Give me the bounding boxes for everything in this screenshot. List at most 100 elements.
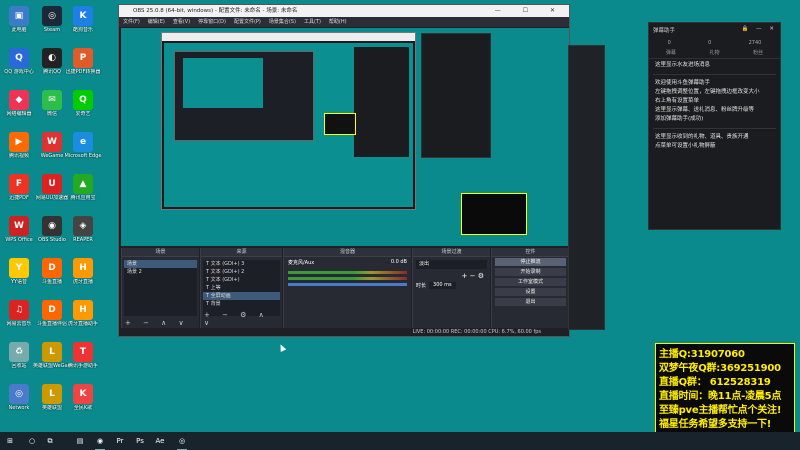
scene-item[interactable]: 场景 2	[124, 268, 197, 276]
desktop-icon-glyph: ▲	[73, 174, 93, 194]
scenes-header: 场景	[122, 248, 199, 257]
menu-item[interactable]: 文件(F)	[123, 19, 140, 25]
desktop-icon-label: 爱奇艺	[75, 111, 91, 117]
control-button[interactable]: 开始录制	[495, 268, 566, 276]
desktop-icon-glyph: ◎	[9, 384, 29, 404]
desktop-icon[interactable]: ◈ REAPER	[64, 214, 102, 254]
obs-window[interactable]: OBS 25.0.8 (64-bit, windows) - 配置文件: 未命名…	[118, 4, 570, 337]
source-list[interactable]: T 文本 (GDI+) 3T 文本 (GDI+) 2T 文本 (GDI+) T 上…	[203, 260, 280, 316]
helper-window-controls[interactable]: 🔒 — ✕	[742, 26, 777, 32]
overlay-line: 至臻pve主播帮忙点个关注!	[659, 405, 782, 416]
obs-menu-bar[interactable]: 文件(F) 编辑(E) 查看(V) 停靠窗口(D) 配置文件(P) 场景集合(S) 工具(T…	[119, 17, 569, 27]
duration-label: 时长	[416, 283, 427, 289]
scene-item[interactable]: 场景	[124, 260, 197, 268]
scenes-dock: 场景 场景 场景 2 + − ∧ ∨	[121, 248, 199, 328]
desktop-icon[interactable]: H 虎牙直播	[64, 256, 102, 296]
desktop-icon-glyph: ◉	[42, 216, 62, 236]
helper-tab[interactable]: 弹幕	[666, 49, 676, 58]
taskbar-icon[interactable]: ◉	[94, 435, 106, 450]
source-item[interactable]: T 全屏动画	[203, 292, 280, 300]
desktop-icon-glyph: D	[42, 300, 62, 320]
helper-title: 弹幕助手	[653, 28, 676, 34]
mixer-track-name: 麦克风/Aux	[288, 260, 315, 266]
control-button[interactable]: 设置	[495, 288, 566, 296]
helper-tab[interactable]: 礼物	[709, 49, 719, 58]
transition-add-remove[interactable]: + − ⚙	[413, 272, 490, 280]
mouse-cursor	[277, 343, 287, 352]
obs-preview[interactable]	[121, 28, 569, 246]
obs-title-bar: OBS 25.0.8 (64-bit, windows) - 配置文件: 未命名…	[119, 5, 569, 17]
nested-overlay	[324, 113, 356, 135]
mixer-meter-2	[288, 277, 407, 280]
menu-item[interactable]: 场景集合(S)	[269, 19, 296, 25]
desktop-icon[interactable]: ▲ 腾讯应用宝	[64, 172, 102, 212]
overlay-line: 福星任务希望多支持一下!	[659, 419, 772, 430]
helper-welcome-message: 欢迎使用斗鱼弹幕助手 左键拖拽调整位置，左键拖拽边框改变大小 右上角有设置菜单 …	[655, 80, 760, 122]
transitions-header: 场景过渡	[413, 248, 490, 257]
volume-slider[interactable]	[288, 283, 407, 286]
controls-header: 控件	[492, 248, 569, 257]
menu-item[interactable]: 帮助(H)	[329, 19, 347, 25]
taskbar-icon[interactable]: ○	[26, 435, 38, 447]
desktop-icon[interactable]: K 酷狗音乐	[64, 4, 102, 44]
desktop-icon[interactable]: T 腾讯手游助手	[64, 340, 102, 380]
mixer-header: 混音器	[284, 248, 411, 257]
obs-title-text: OBS 25.0.8 (64-bit, windows) - 配置文件: 未命名…	[133, 8, 298, 14]
desktop-icon-glyph: L	[42, 342, 62, 362]
helper-tab[interactable]: 粉丝	[753, 49, 763, 58]
menu-item[interactable]: 停靠窗口(D)	[198, 19, 226, 25]
desktop-icon[interactable]: e Microsoft Edge	[64, 130, 102, 170]
helper-tabs[interactable]: 弹幕 礼物 粉丝	[649, 49, 780, 59]
taskbar-icon[interactable]: Ps	[134, 435, 146, 447]
desktop-icon-glyph: U	[42, 174, 62, 194]
desktop-icon[interactable]: H 虎牙直播助手	[64, 298, 102, 338]
helper-gift-message: 这里显示收到的礼物、道具、贵族开通 点菜单可设置小礼物屏蔽	[655, 134, 749, 149]
desktop-icon-glyph: H	[73, 300, 93, 320]
helper-stats: 0 0 2740	[649, 37, 780, 49]
desktop-icon-glyph: F	[9, 174, 29, 194]
menu-item[interactable]: 配置文件(P)	[234, 19, 261, 25]
desktop-icon[interactable]: P 迅捷PDF转换器	[64, 46, 102, 86]
taskbar: ⊞ ○ ⧉ ▤ ◉ Pr Ps Ae ◎	[0, 432, 800, 450]
desktop-icon-glyph: ♻	[9, 342, 29, 362]
source-item[interactable]: T 上等	[203, 284, 280, 292]
menu-item[interactable]: 工具(T)	[304, 19, 321, 25]
overlay-line: 双梦午夜Q群:369251900	[659, 363, 781, 374]
scene-list[interactable]: 场景 场景 2	[124, 260, 197, 316]
desktop-icon-glyph: K	[73, 384, 93, 404]
taskbar-icon[interactable]: ▤	[74, 435, 86, 447]
obs-status-bar: LIVE: 00:00:00 REC: 00:00:00 CPU: 6.7%, …	[412, 329, 541, 335]
desktop-icon-glyph: ♫	[9, 300, 29, 320]
overlay-line: 直播时间：晚11点-凌晨5点	[659, 391, 782, 402]
nested-capture	[161, 32, 416, 210]
danmaku-helper-window[interactable]: 弹幕助手 🔒 — ✕ 0 0 2740 弹幕 礼物 粉丝 这里显示水友进场消息 欢迎使用…	[648, 22, 781, 230]
desktop-icon[interactable]: Q 爱奇艺	[64, 88, 102, 128]
window-controls[interactable]: — ☐ ✕	[495, 5, 565, 17]
control-button[interactable]: 停止推流	[495, 258, 566, 266]
source-item[interactable]: T 文本 (GDI+) 3	[203, 260, 280, 268]
transition-select[interactable]: 淡出	[416, 260, 487, 269]
desktop-icon-glyph: Q	[9, 48, 29, 68]
desktop-icons: ▣ 此电脑 ◎ Steam K 酷狗音乐 Q QQ 游戏中心 ◐ 腾讯QQ P 迅捷PDF转换器 ◆ 网络…	[0, 0, 110, 430]
source-toolbar[interactable]: + − ⚙ ∧ ∨	[204, 311, 282, 327]
control-button[interactable]: 退出	[495, 298, 566, 306]
menu-item[interactable]: 查看(V)	[173, 19, 190, 25]
taskbar-icon[interactable]: ◎	[176, 435, 188, 450]
desktop-icon-glyph: Q	[73, 90, 93, 110]
duration-input[interactable]: 300 ms	[429, 282, 456, 289]
desktop-icon-glyph: e	[73, 132, 93, 152]
taskbar-icon[interactable]: ⧉	[44, 435, 56, 447]
taskbar-icon[interactable]: Ae	[154, 435, 166, 447]
taskbar-icon[interactable]: Pr	[114, 435, 126, 447]
taskbar-icon[interactable]: ⊞	[4, 435, 16, 447]
menu-item[interactable]: 编辑(E)	[148, 19, 165, 25]
control-button[interactable]: 工作室模式	[495, 278, 566, 286]
desktop-icon-label: 迅捷PDF转换器	[65, 69, 101, 75]
desktop-icon-label: Microsoft Edge	[64, 153, 102, 159]
source-item[interactable]: T 背景	[203, 300, 280, 308]
scene-toolbar[interactable]: + − ∧ ∨	[125, 319, 189, 327]
desktop-icon[interactable]: K 全民K歌	[64, 382, 102, 422]
source-item[interactable]: T 文本 (GDI+) 2	[203, 268, 280, 276]
source-item[interactable]: T 文本 (GDI+)	[203, 276, 280, 284]
overlay-line: 直播Q群： 612528319	[659, 377, 771, 388]
